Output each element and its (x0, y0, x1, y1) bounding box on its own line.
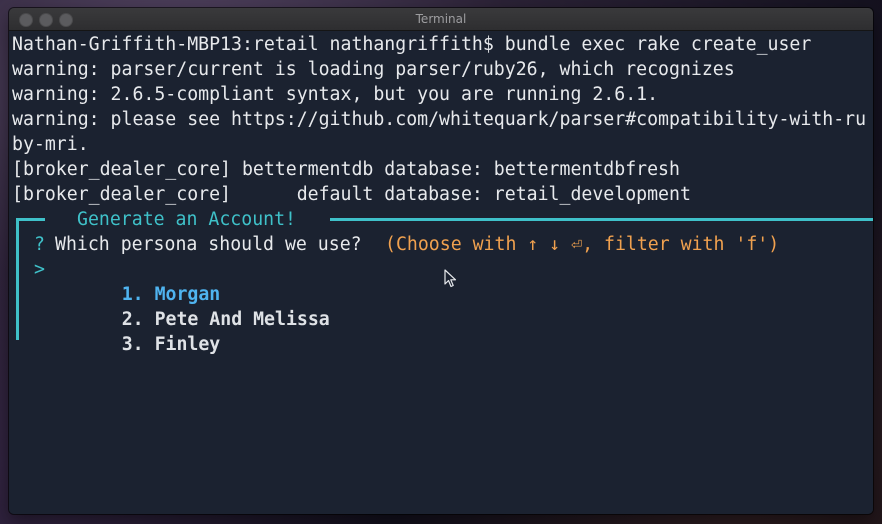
title-bar[interactable]: Terminal (9, 8, 873, 31)
prompt-box-border (16, 218, 19, 340)
prompt-box-border (16, 218, 45, 221)
output-line: warning: please see https://github.com/w… (12, 109, 867, 130)
terminal-window[interactable]: Terminal Nathan-Griffith-MBP13:retail na… (9, 8, 873, 514)
selection-pointer-icon: > (34, 259, 45, 280)
persona-option-morgan[interactable]: 1. Morgan (56, 257, 221, 305)
prompt-question: Which persona should we use? (55, 234, 362, 255)
window-title: Terminal (415, 12, 467, 26)
command-line: Nathan-Griffith-MBP13:retail nathangriff… (12, 34, 812, 55)
prompt-hint: (Choose with ↑ ↓ ⏎, filter with 'f') (385, 234, 780, 255)
option-number: 3. (121, 334, 144, 355)
question-mark-icon: ? (34, 234, 45, 255)
mouse-pointer-icon (444, 269, 457, 288)
persona-option-pete-and-melissa[interactable]: 2. Pete And Melissa (56, 282, 330, 330)
prompt-box-title: Generate an Account! (77, 209, 296, 230)
output-line: [broker_dealer_core] default database: r… (12, 184, 691, 205)
terminal-output[interactable]: Nathan-Griffith-MBP13:retail nathangriff… (9, 31, 873, 514)
output-line: [broker_dealer_core] bettermentdb databa… (12, 159, 680, 180)
output-line: warning: parser/current is loading parse… (12, 59, 735, 80)
output-line: warning: 2.6.5-compliant syntax, but you… (12, 84, 659, 105)
option-label: Finley (154, 334, 221, 355)
output-line: by-mri. (12, 134, 89, 155)
persona-option-finley[interactable]: 3. Finley (56, 307, 221, 355)
prompt-box-border (330, 218, 873, 221)
